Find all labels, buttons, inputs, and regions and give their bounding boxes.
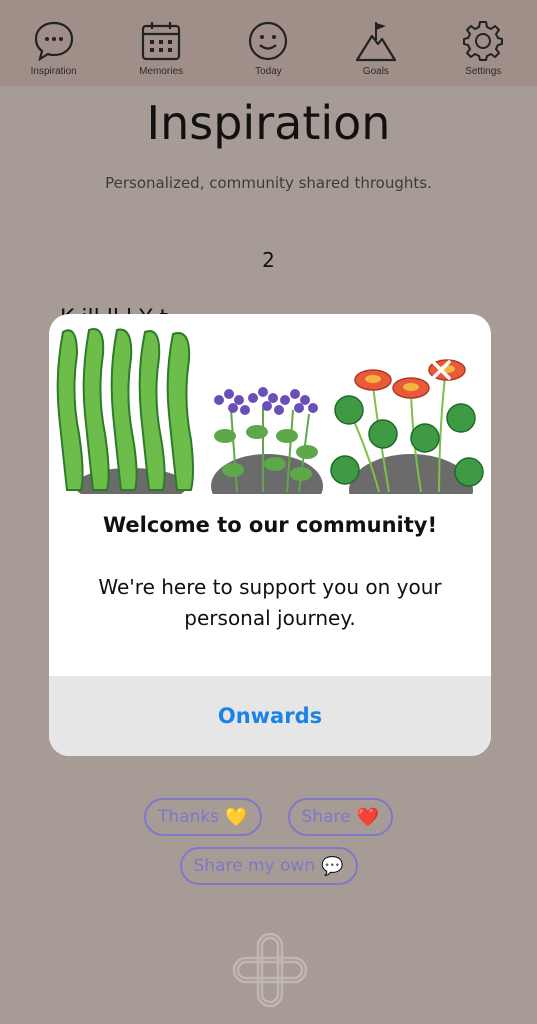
modal-title: Welcome to our community! (102, 513, 438, 537)
modal-body: We're here to support you on your person… (98, 575, 442, 630)
modal-footer: Onwards (49, 676, 491, 756)
close-icon[interactable] (429, 358, 453, 382)
modal-overlay: Welcome to our community! We're here to … (0, 0, 537, 1024)
welcome-modal: Welcome to our community! We're here to … (49, 314, 491, 756)
onwards-button[interactable]: Onwards (218, 704, 322, 728)
plant-illustration (56, 328, 484, 494)
